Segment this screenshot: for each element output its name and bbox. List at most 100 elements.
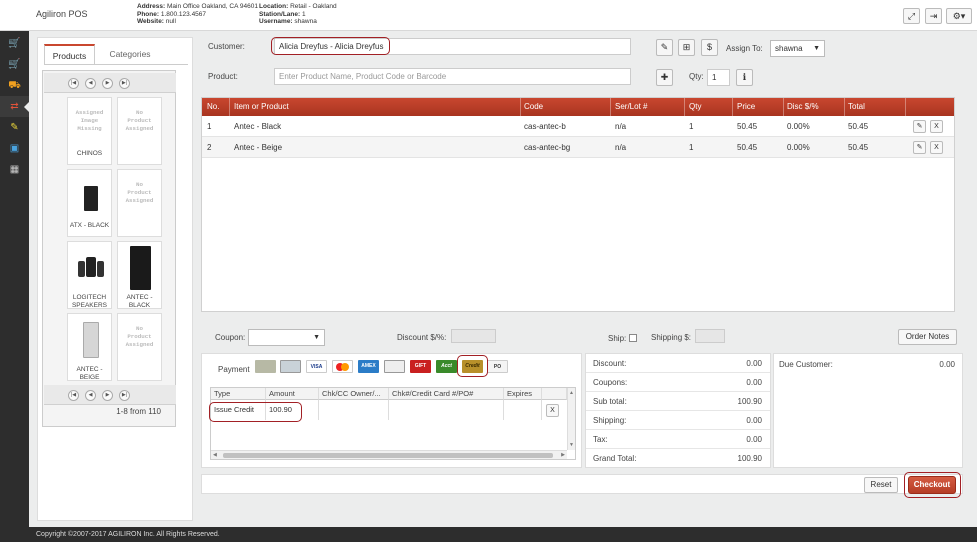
col-amount: Amount	[266, 388, 319, 400]
col-owner: Chk/CC Owner/...	[319, 388, 389, 400]
product-tile[interactable]: No Product Assigned	[117, 313, 162, 381]
coupon-select[interactable]: ▼	[248, 329, 325, 346]
po-payment-icon[interactable]: PO	[487, 360, 508, 373]
nav-cart-outline-icon[interactable]: ⛟	[0, 75, 29, 96]
col-price: Price	[737, 102, 756, 111]
dollar-icon: $	[706, 42, 712, 52]
order-notes-button[interactable]: Order Notes	[898, 329, 957, 345]
next-page-button[interactable]: ▶	[102, 390, 113, 401]
remove-row-button[interactable]: X	[930, 120, 943, 133]
cell-serlot: n/a	[615, 143, 627, 152]
nav-edit-icon[interactable]: ✎	[0, 117, 29, 138]
qty-label: Qty:	[689, 72, 704, 81]
app-title: Agiliron POS	[36, 9, 88, 19]
product-tile[interactable]: No Product Assigned	[117, 97, 162, 165]
cell-price: 50.45	[737, 122, 758, 131]
horizontal-scrollbar[interactable]: ◀ ▶	[211, 450, 567, 459]
product-search-input[interactable]	[274, 68, 631, 85]
product-tile[interactable]: ATX - BLACK	[67, 169, 112, 237]
username-value: shawna	[294, 18, 317, 26]
payment-expires-value[interactable]	[504, 400, 542, 420]
due-customer-panel: Due Customer: 0.00	[773, 353, 963, 468]
qty-input[interactable]: 1	[707, 69, 730, 86]
fullscreen-button[interactable]: ⤢	[903, 8, 920, 24]
product-grid: |◀ ◀ ▶ ▶| Assigned Image Missing CHINOS …	[42, 70, 176, 427]
no-product-placeholder: No Product Assigned	[125, 109, 154, 132]
account-payment-icon[interactable]: Acct	[436, 360, 457, 373]
discount-input[interactable]	[451, 329, 496, 343]
prev-page-button[interactable]: ◀	[85, 390, 96, 401]
station-value: 1	[301, 10, 306, 18]
checkout-highlight	[904, 472, 961, 498]
product-tile[interactable]: Assigned Image Missing CHINOS	[67, 97, 112, 165]
edit-row-button[interactable]: ✎	[913, 141, 926, 154]
col-card-number: Chk#/Credit Card #/PO#	[389, 388, 504, 400]
last-page-button[interactable]: ▶|	[119, 390, 130, 401]
edit-customer-button[interactable]: ✎	[656, 39, 673, 56]
card-reader-icon[interactable]	[384, 360, 405, 373]
remove-row-button[interactable]: X	[930, 141, 943, 154]
check-payment-icon[interactable]	[280, 360, 301, 373]
prev-page-button[interactable]: ◀	[85, 78, 96, 89]
amex-icon[interactable]: AMEX	[358, 360, 379, 373]
product-name: LOGITECH SPEAKERS	[71, 294, 108, 309]
gear-icon: ⚙▾	[952, 11, 966, 21]
next-page-button[interactable]: ▶	[102, 78, 113, 89]
discount-label: Discount $/%:	[397, 333, 447, 342]
visa-icon[interactable]: VISA	[306, 360, 327, 373]
ship-checkbox[interactable]	[629, 334, 637, 342]
edit-icon: ✎	[916, 144, 923, 151]
nav-cart-icon[interactable]: 🛒	[0, 33, 29, 54]
nav-cash-icon[interactable]: ▣	[0, 138, 29, 159]
table-row[interactable]: 1 Antec - Black cas-antec-b n/a 1 50.45 …	[202, 116, 954, 137]
cash-payment-icon[interactable]	[255, 360, 276, 373]
add-product-button[interactable]: ✚	[656, 69, 673, 86]
tab-products[interactable]: Products	[44, 44, 95, 64]
product-tile[interactable]: ANTEC - BEIGE	[67, 313, 112, 381]
tower-case-black-icon	[130, 246, 151, 290]
mastercard-icon[interactable]	[332, 360, 353, 373]
payment-card-number-value[interactable]	[389, 400, 504, 420]
product-info-button[interactable]: ℹ	[736, 69, 753, 86]
customer-highlight	[271, 37, 390, 55]
first-page-button[interactable]: |◀	[68, 390, 79, 401]
plus-icon: ✚	[660, 72, 669, 82]
table-row[interactable]: 2 Antec - Beige cas-antec-bg n/a 1 50.45…	[202, 137, 954, 158]
edit-row-button[interactable]: ✎	[913, 120, 926, 133]
nav-transfer-icon[interactable]: ⇄	[0, 96, 29, 117]
gift-card-icon[interactable]: GIFT	[410, 360, 431, 373]
product-tile[interactable]: LOGITECH SPEAKERS	[67, 241, 112, 309]
product-tile[interactable]: No Product Assigned	[117, 169, 162, 237]
nav-grid-icon[interactable]: ▦	[0, 159, 29, 180]
close-icon: X	[934, 123, 939, 130]
last-page-button[interactable]: ▶|	[119, 78, 130, 89]
add-customer-button[interactable]: ⊞	[678, 39, 695, 56]
product-name: CHINOS	[76, 150, 103, 157]
tab-categories[interactable]: Categories	[96, 44, 164, 64]
cell-total: 50.45	[848, 122, 869, 131]
total-value: 0.00	[746, 416, 762, 425]
shipping-input[interactable]	[695, 329, 725, 343]
left-nav: 🛒 🛒 ⛟ ⇄ ✎ ▣ ▦	[0, 31, 29, 527]
action-bar	[201, 474, 963, 494]
no-product-placeholder: No Product Assigned	[125, 325, 154, 348]
product-tile[interactable]: ANTEC - BLACK	[117, 241, 162, 309]
assign-to-value: shawna	[775, 44, 803, 53]
pager-top: |◀ ◀ ▶ ▶|	[44, 73, 176, 93]
vertical-scrollbar[interactable]: ▲ ▼	[567, 388, 575, 450]
payment-owner-value[interactable]	[319, 400, 389, 420]
due-customer-value: 0.00	[939, 360, 955, 369]
reset-button[interactable]: Reset	[864, 477, 898, 493]
nav-order-icon[interactable]: 🛒	[0, 54, 29, 75]
first-page-button[interactable]: |◀	[68, 78, 79, 89]
total-row-grand-total: Grand Total: 100.90	[586, 449, 770, 468]
total-row-discount: Discount: 0.00	[586, 354, 770, 373]
settings-button[interactable]: ⚙▾	[946, 8, 972, 24]
remove-payment-button[interactable]: X	[546, 404, 559, 417]
assign-to-select[interactable]: shawna ▼	[770, 40, 825, 57]
product-label: Product:	[208, 72, 238, 81]
price-button[interactable]: $	[701, 39, 718, 56]
computer-case-icon	[84, 186, 98, 211]
assign-to-label: Assign To:	[726, 44, 763, 53]
logout-button[interactable]: ⇥	[925, 8, 942, 24]
